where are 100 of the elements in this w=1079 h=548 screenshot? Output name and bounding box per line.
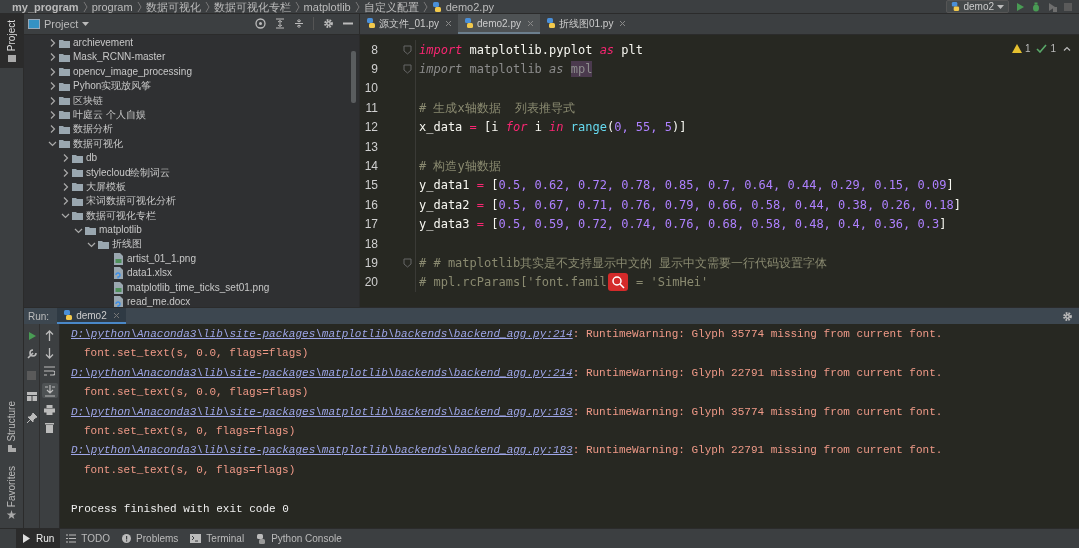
tool-window-tab[interactable]: TODO xyxy=(60,529,117,548)
file-link[interactable]: D:\python\Anaconda3\lib\site-packages\matplotlib\backends\backend_agg.py:183 xyxy=(71,441,573,461)
scrollbar[interactable] xyxy=(351,51,356,103)
folder-icon xyxy=(59,81,70,91)
settings-icon[interactable] xyxy=(1062,310,1073,322)
arrow-up-icon[interactable] xyxy=(45,330,54,341)
tree-item[interactable]: db xyxy=(24,150,359,166)
fold-marker-icon[interactable] xyxy=(403,44,412,55)
wrench-icon[interactable] xyxy=(26,349,37,359)
breadcrumb-item[interactable]: 自定义配置 xyxy=(363,0,419,13)
tree-item[interactable]: 数据分析 xyxy=(24,122,359,137)
python-file-icon xyxy=(545,18,556,28)
tree-item[interactable]: matplotlib xyxy=(24,222,359,238)
chevron-up-icon[interactable] xyxy=(1063,46,1071,51)
chevron-down-icon[interactable] xyxy=(48,140,57,148)
fold-marker-icon[interactable] xyxy=(403,258,412,268)
breadcrumb-item[interactable]: demo2.py xyxy=(445,0,494,13)
breadcrumb-item[interactable]: program xyxy=(91,0,133,13)
chevron-right-icon[interactable] xyxy=(62,168,69,177)
close-icon[interactable] xyxy=(445,19,453,27)
chevron-right-icon[interactable] xyxy=(49,67,56,76)
chevron-right-icon[interactable] xyxy=(49,125,56,134)
collapse-all-icon[interactable] xyxy=(294,18,304,30)
tree-item[interactable]: Mask_RCNN-master xyxy=(24,50,359,65)
tree-item[interactable]: stylecloud绘制词云 xyxy=(24,165,359,180)
breadcrumb-item[interactable]: 数据可视化 xyxy=(145,0,201,13)
wrap-icon[interactable] xyxy=(44,366,55,376)
file-link[interactable]: D:\python\Anaconda3\lib\site-packages\matplotlib\backends\backend_agg.py:214 xyxy=(71,325,573,345)
chevron-right-icon[interactable] xyxy=(49,110,56,119)
tool-window-tab[interactable]: Python Console xyxy=(250,529,348,548)
weak-warning-count[interactable]: 1 xyxy=(1050,41,1056,56)
bug-icon[interactable] xyxy=(1031,1,1041,12)
tool-window-tab[interactable]: Structure xyxy=(4,401,19,452)
warning-count[interactable]: 1 xyxy=(1024,41,1031,56)
editor-tab[interactable]: 折线图01.py xyxy=(539,14,633,34)
warning-icon[interactable] xyxy=(1011,44,1022,53)
line-number: 10 xyxy=(363,80,378,98)
locate-icon[interactable] xyxy=(255,18,266,30)
settings-icon[interactable] xyxy=(323,18,334,30)
close-icon[interactable] xyxy=(619,19,627,27)
folder-icon xyxy=(85,225,96,235)
tree-item[interactable]: Pyhon实现放风筝 xyxy=(24,79,359,94)
tool-window-tab[interactable]: Favorites xyxy=(4,465,19,520)
tree-item[interactable]: opencv_image_processing xyxy=(24,64,359,79)
tree-item[interactable]: 宋词数据可视化分析 xyxy=(24,194,359,209)
tool-window-tab[interactable]: Terminal xyxy=(184,529,251,548)
folder-icon xyxy=(72,211,83,221)
tree-item[interactable]: artist_01_1.png xyxy=(24,251,359,267)
tool-window-tab[interactable]: Run xyxy=(16,529,61,548)
unknown-file-icon xyxy=(113,267,124,280)
chevron-right-icon[interactable] xyxy=(49,96,56,105)
tree-item[interactable]: read_me.docx xyxy=(24,294,359,307)
search-icon[interactable] xyxy=(607,273,628,292)
minimize-icon[interactable] xyxy=(343,22,353,26)
breadcrumb-item[interactable]: 数据可视化专栏 xyxy=(213,0,291,13)
trash-icon[interactable] xyxy=(45,422,54,433)
chevron-right-icon[interactable] xyxy=(62,182,69,191)
check-icon[interactable] xyxy=(1036,44,1048,53)
chevron-right-icon[interactable] xyxy=(49,53,56,62)
tree-item[interactable]: archievement xyxy=(24,35,359,51)
tool-window-tab[interactable]: Project xyxy=(0,14,23,69)
tree-item[interactable]: 区块链 xyxy=(24,93,359,108)
pin-icon[interactable] xyxy=(26,413,37,423)
tree-item[interactable]: 数据可视化专栏 xyxy=(24,208,359,223)
chevron-right-icon[interactable] xyxy=(49,82,56,91)
chevron-right-icon[interactable] xyxy=(49,39,56,47)
layout-icon[interactable] xyxy=(26,392,37,401)
tree-item[interactable]: 数据可视化 xyxy=(24,136,359,151)
terminal-icon xyxy=(190,534,202,543)
tree-item[interactable]: 折线图 xyxy=(24,237,359,252)
file-link[interactable]: D:\python\Anaconda3\lib\site-packages\matplotlib\backends\backend_agg.py:183 xyxy=(71,402,573,422)
breadcrumb-item[interactable]: matplotlib xyxy=(303,0,351,13)
tree-item[interactable]: 大屏模板 xyxy=(24,179,359,195)
run-config-dropdown[interactable]: demo2 xyxy=(946,0,1009,13)
chevron-right-icon[interactable] xyxy=(62,197,69,206)
chevron-down-icon[interactable] xyxy=(74,226,83,234)
editor-tab[interactable]: 源文件_01.py xyxy=(360,14,459,34)
chevron-down-icon[interactable] xyxy=(61,212,70,220)
tree-item[interactable]: 叶庭云 个人自娱 xyxy=(24,107,359,123)
tool-window-tab[interactable]: Problems xyxy=(116,529,185,548)
chevron-down-icon[interactable] xyxy=(87,241,96,248)
print-icon[interactable] xyxy=(44,405,55,415)
tree-item[interactable]: data1.xlsx xyxy=(24,266,359,281)
caret-icon[interactable] xyxy=(82,21,90,26)
tree-item[interactable]: matplotlib_time_ticks_set01.png xyxy=(24,280,359,295)
chevron-right-icon[interactable] xyxy=(62,154,69,163)
close-icon[interactable] xyxy=(112,311,120,319)
editor-tab[interactable]: demo2.py xyxy=(458,14,540,34)
scroll-to-end-icon[interactable] xyxy=(41,383,58,398)
run-icon[interactable] xyxy=(1015,1,1025,12)
process-tab[interactable]: demo2 xyxy=(57,308,126,324)
expand-all-icon[interactable] xyxy=(275,18,285,30)
fold-marker-icon[interactable] xyxy=(403,64,412,75)
panel-title[interactable]: Project xyxy=(44,15,79,33)
file-link[interactable]: D:\python\Anaconda3\lib\site-packages\matplotlib\backends\backend_agg.py:214 xyxy=(71,363,573,384)
chevron-right-icon xyxy=(136,1,142,12)
run-icon[interactable] xyxy=(26,331,37,341)
arrow-down-icon[interactable] xyxy=(45,348,54,359)
unknown-file-icon xyxy=(113,296,124,307)
breadcrumb-item[interactable]: my_program xyxy=(12,0,79,13)
